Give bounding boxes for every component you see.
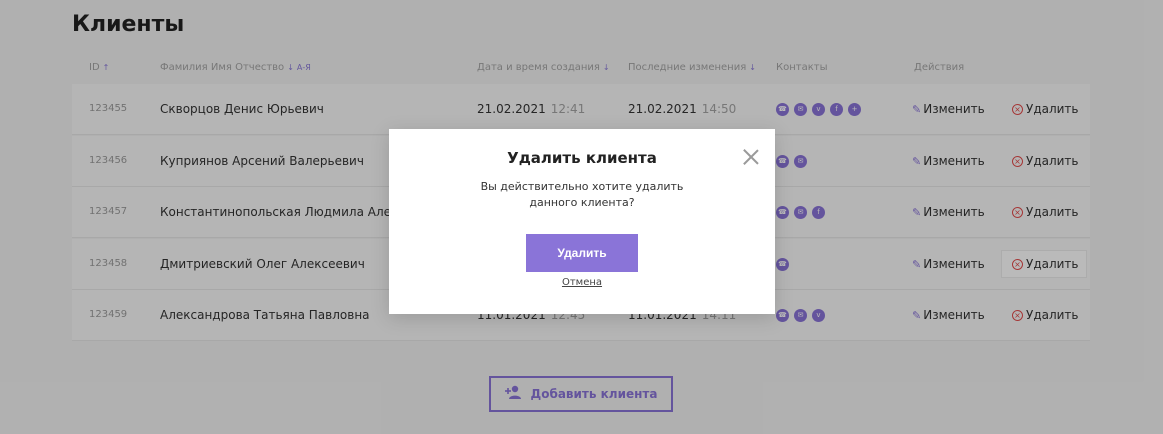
cancel-link[interactable]: Отмена <box>389 277 775 288</box>
modal-title: Удалить клиента <box>507 149 657 167</box>
delete-client-modal: Удалить клиента Вы действительно хотите … <box>389 129 775 314</box>
modal-message: Вы действительно хотите удалить данного … <box>480 180 684 209</box>
cancel-link-label: Отмена <box>561 277 603 288</box>
confirm-delete-button[interactable]: Удалить <box>526 234 638 272</box>
